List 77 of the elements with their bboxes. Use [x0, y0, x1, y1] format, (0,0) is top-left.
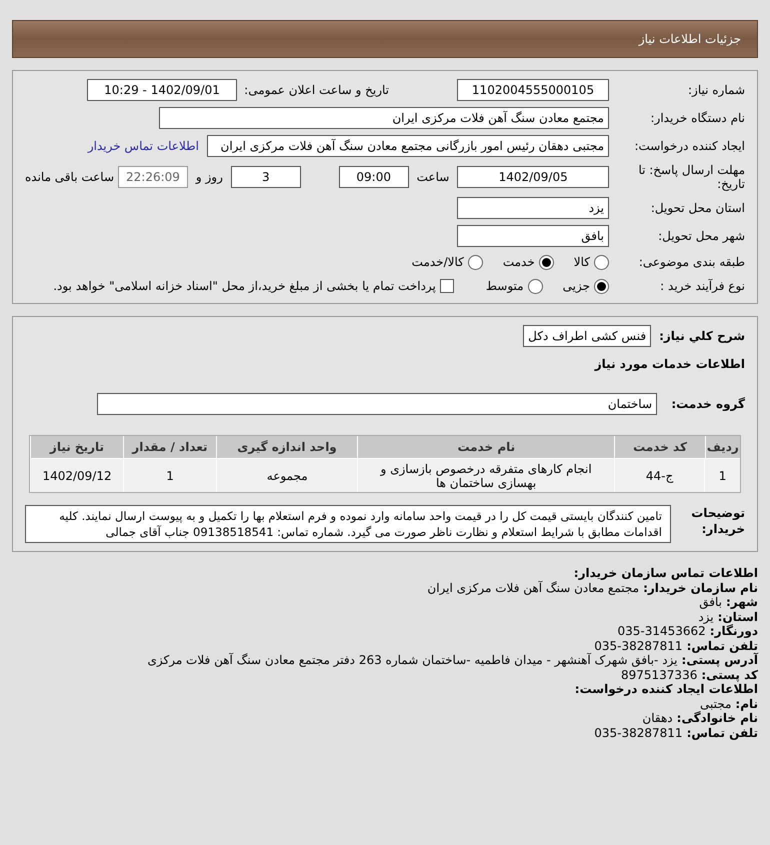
field-label: شرح کلي نیاز:	[659, 328, 745, 345]
field-label: نام دستگاه خریدار:	[650, 110, 745, 127]
field-label: نوع فرآیند خرید :	[659, 278, 745, 295]
field-value: 8975137336	[620, 668, 698, 682]
radio-button[interactable]	[594, 278, 609, 294]
field-value: مجتبی	[700, 696, 732, 711]
value-field: مجتبی دهقان رئیس امور بازرگانی مجتمع معادن سنگ آهن فلات مرکزی ایران	[207, 135, 609, 157]
field-value: 035-31453662	[617, 624, 706, 638]
column-header: تاریخ نیاز	[30, 436, 123, 458]
page-title: جزئیات اطلاعات نیاز	[638, 31, 741, 48]
field-label: طبقه بندی موضوعی:	[638, 254, 745, 271]
field-label: شماره نیاز:	[687, 82, 745, 99]
field-label: شهر:	[726, 595, 758, 610]
radio-label: متوسط	[486, 278, 524, 295]
value-field: 09:00	[338, 166, 409, 188]
radio-label: جزیی	[562, 278, 590, 295]
countdown-field: 22:26:09	[118, 166, 188, 188]
field-label: آدرس پستی:	[682, 653, 758, 668]
field-label: مهلت ارسال پاسخ: تا تاریخ:	[637, 163, 745, 191]
field-value: یزد -بافق شهرک آهنشهر - میدان فاطمیه -ساختمان شماره 263 دفتر مجتمع معادن سنگ آهن فلات مرکزی	[147, 653, 678, 668]
field-label: نام خانوادگی:	[676, 711, 758, 726]
field-label: تلفن تماس:	[686, 638, 758, 653]
field-label: نام:	[735, 696, 758, 711]
field-label: تلفن تماس:	[686, 726, 758, 740]
value-field: 3	[230, 166, 301, 188]
field-label: تاریخ و ساعت اعلان عمومی:	[243, 82, 390, 99]
section-heading: اطلاعات ایجاد کننده درخواست:	[574, 682, 758, 696]
field-value: مجتمع معادن سنگ آهن فلات مرکزی ایران	[427, 580, 640, 595]
column-header: نام خدمت	[357, 436, 614, 458]
column-header: ردیف	[704, 436, 740, 458]
table-cell: مجموعه	[216, 458, 358, 492]
field-label: کد پستی:	[701, 668, 758, 682]
table-cell: 1402/09/12	[30, 458, 124, 492]
radio-label: خدمت	[502, 254, 535, 271]
field-label: ایجاد کننده درخواست:	[633, 138, 745, 155]
value-field: یزد	[457, 197, 609, 219]
field-label: دورنگار:	[710, 624, 758, 638]
value-field: ساختمان	[97, 393, 657, 415]
field-label: استان محل تحویل:	[650, 200, 745, 217]
radio-label: کالا	[574, 254, 590, 271]
field-label: نام سازمان خریدار:	[643, 580, 758, 595]
buyer-contact-link[interactable]: اطلاعات تماس خریدار	[88, 137, 199, 155]
column-header: واحد اندازه گیری	[216, 436, 358, 458]
column-header: تعداد / مقدار	[122, 436, 216, 458]
value-field: 1102004555000105	[457, 79, 609, 101]
field-label: شهر محل تحویل:	[657, 228, 745, 245]
field-label: استان:	[718, 610, 758, 624]
notes-box: تامین کنندگان بایستی قیمت کل را در قیمت واحد سامانه وارد نموده و فرم استعلام بها را تکمیل و به پیوست ارسال نمایند. کلیه اقدامات مطابق با شرایط استعلام و نظارت ناظر صورت می گیرد. شماره تماس: 09138518541 جناب آقای جمالی	[25, 505, 671, 543]
table-cell: انجام کارهای متفرقه درخصوص بازسازی و بهسازی ساختمان ها	[357, 458, 614, 492]
column-header: کد خدمت	[614, 436, 705, 458]
value-field: فنس کشی اطراف دکل	[523, 325, 652, 347]
value-field: 1402/09/01 - 10:29	[87, 79, 237, 101]
radio-button[interactable]	[538, 254, 554, 270]
table-cell: 1	[704, 458, 740, 492]
field-value: بافق	[699, 595, 722, 610]
field-label: روز و	[196, 169, 223, 186]
value-field: مجتمع معادن سنگ آهن فلات مرکزی ایران	[159, 107, 609, 129]
field-label: گروه خدمت:	[670, 396, 745, 413]
field-value: 035-38287811	[594, 638, 683, 653]
radio-label: کالا/خدمت	[412, 254, 464, 271]
field-label: ساعت	[416, 169, 450, 186]
field-label: توضیحات خریدار:	[690, 505, 745, 537]
table-cell: ج-44	[614, 458, 704, 492]
field-value: دهقان	[642, 711, 673, 726]
field-value: 035-38287811	[594, 726, 683, 740]
section-title: اطلاعات خدمات مورد نیاز	[593, 356, 745, 373]
radio-button[interactable]	[528, 278, 543, 294]
radio-button[interactable]	[594, 254, 609, 270]
section-heading: اطلاعات تماس سازمان خریدار:	[572, 566, 758, 580]
value-field: بافق	[457, 225, 609, 247]
field-label: ساعت باقی مانده	[24, 169, 114, 186]
value-field: 1402/09/05	[457, 166, 609, 188]
checkbox-label: پرداخت تمام یا بخشی از مبلغ خرید،از محل "اسناد خزانه اسلامی" خواهد بود.	[53, 278, 436, 295]
checkbox[interactable]	[440, 279, 454, 293]
radio-button[interactable]	[468, 254, 483, 270]
field-value: یزد	[698, 610, 714, 624]
table-cell: 1	[123, 458, 216, 492]
